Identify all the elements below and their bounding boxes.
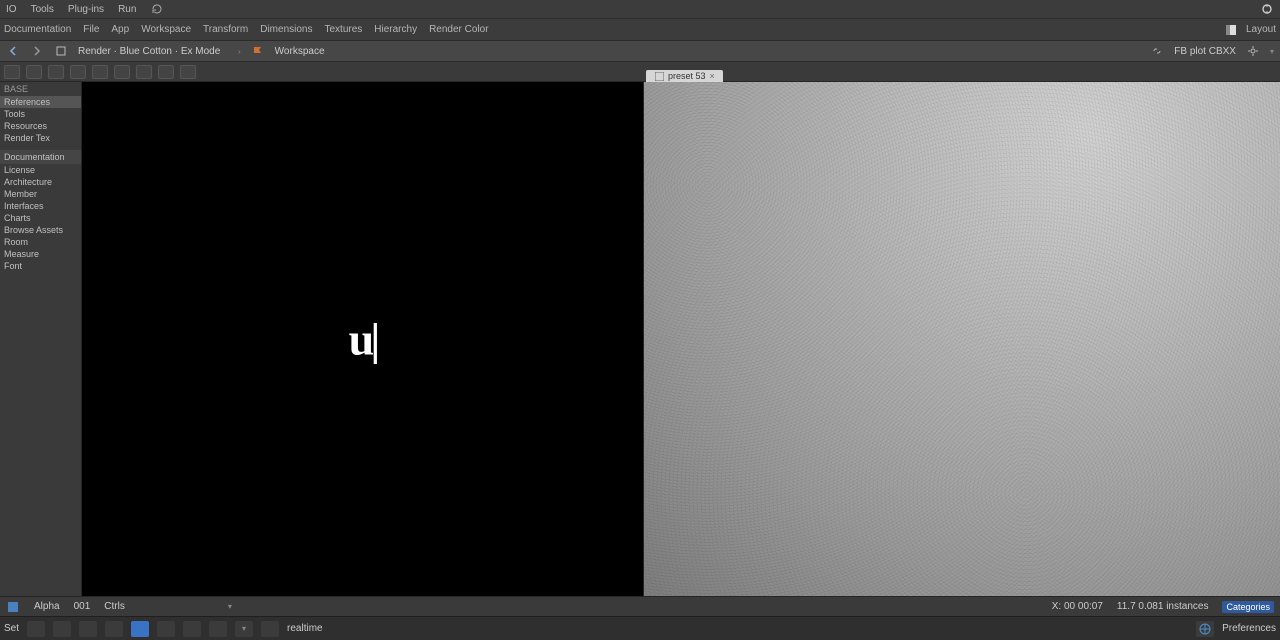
chevron-down-icon[interactable]: ▾ [1270, 47, 1274, 56]
set-label: Set [4, 623, 19, 634]
sidebar-item[interactable]: License [0, 164, 81, 176]
pointer-icon[interactable] [209, 621, 227, 637]
ws-tab[interactable]: Workspace [141, 24, 191, 35]
wrench-icon[interactable] [261, 621, 279, 637]
open-icon[interactable] [26, 65, 42, 79]
menu-item[interactable]: IO [6, 4, 17, 15]
console-icon[interactable] [53, 621, 71, 637]
sidebar: BASE References Tools Resources Render T… [0, 82, 82, 596]
viewport-right[interactable]: preset 53 × [644, 82, 1280, 596]
cursor-icon[interactable]: ▾ [235, 621, 253, 637]
mode-label[interactable]: realtime [287, 623, 323, 634]
toggle-icon[interactable] [195, 600, 209, 614]
layers-icon[interactable] [158, 65, 174, 79]
sidebar-item[interactable]: Render Tex [0, 132, 81, 144]
ws-tab[interactable]: Transform [203, 24, 248, 35]
export-icon[interactable] [180, 65, 196, 79]
status-instances: 11.7 0.081 instances [1117, 601, 1209, 612]
main-area: BASE References Tools Resources Render T… [0, 82, 1280, 596]
note-icon[interactable] [105, 621, 123, 637]
sidebar-item[interactable]: Browse Assets [0, 224, 81, 236]
sync-icon[interactable] [1260, 2, 1274, 16]
icon-toolbar [0, 62, 1280, 82]
ws-tab[interactable]: Render Color [429, 24, 488, 35]
ws-tab[interactable]: Documentation [4, 24, 71, 35]
path-input[interactable] [78, 46, 228, 57]
dropdown-icon[interactable]: ▾ [223, 600, 237, 614]
copy-icon[interactable] [48, 65, 64, 79]
top-menu-bar: IO Tools Plug-ins Run [0, 0, 1280, 18]
link-label[interactable]: FB plot CBXX [1174, 46, 1236, 57]
texture-preview [644, 82, 1280, 596]
menu-item[interactable]: Plug-ins [68, 4, 104, 15]
chevron-right-icon: › [238, 47, 241, 56]
prefs-link[interactable]: Preferences [1222, 623, 1276, 634]
save-icon[interactable] [4, 65, 20, 79]
sidebar-item[interactable]: Font [0, 260, 81, 272]
panel-icon [1224, 23, 1238, 37]
sidebar-item[interactable]: Measure [0, 248, 81, 260]
status-coords: X: 00 00:07 [1052, 601, 1103, 612]
ws-tab[interactable]: App [111, 24, 129, 35]
grid-icon[interactable] [136, 65, 152, 79]
cut-icon[interactable] [70, 65, 86, 79]
ws-tab[interactable]: Hierarchy [374, 24, 417, 35]
sidebar-item[interactable]: Room [0, 236, 81, 248]
menu-item[interactable]: Run [118, 4, 136, 15]
status-categories-chip[interactable]: Categories [1222, 601, 1274, 613]
menu-item[interactable]: Tools [31, 4, 54, 15]
link-icon[interactable] [1150, 44, 1164, 58]
toggle-icon[interactable] [167, 600, 181, 614]
keyboard-icon[interactable] [79, 621, 97, 637]
sync-icon[interactable] [114, 65, 130, 79]
sidebar-item[interactable]: Resources [0, 120, 81, 132]
status-frame[interactable]: 001 [74, 601, 91, 612]
sidebar-header: BASE [0, 82, 81, 96]
chart-icon[interactable] [183, 621, 201, 637]
status-icon[interactable] [6, 600, 20, 614]
gear-icon[interactable] [1246, 44, 1260, 58]
bottom-task-bar: Set ▾ realtime Preferences [0, 616, 1280, 640]
refresh-icon[interactable] [150, 2, 164, 16]
path-bar: › Workspace FB plot CBXX ▾ [0, 40, 1280, 62]
forward-icon[interactable] [30, 44, 44, 58]
globe-icon[interactable] [1196, 621, 1214, 637]
sidebar-item[interactable]: References [0, 96, 81, 108]
workspace-tabs-bar: Documentation File App Workspace Transfo… [0, 18, 1280, 40]
layout-switch[interactable]: Layout [1224, 23, 1276, 37]
paste-icon[interactable] [92, 65, 108, 79]
sidebar-group-header: Documentation [0, 150, 81, 164]
close-icon[interactable]: × [710, 71, 715, 81]
sidebar-item[interactable]: Interfaces [0, 200, 81, 212]
pause-icon[interactable] [157, 621, 175, 637]
ws-tab[interactable]: Textures [324, 24, 362, 35]
ws-tab[interactable]: Dimensions [260, 24, 312, 35]
terminal-icon[interactable] [27, 621, 45, 637]
sidebar-item[interactable]: Architecture [0, 176, 81, 188]
sidebar-item[interactable]: Tools [0, 108, 81, 120]
layout-label: Layout [1246, 24, 1276, 35]
marker-label[interactable]: Workspace [275, 46, 325, 57]
file-icon[interactable] [54, 44, 68, 58]
status-alpha[interactable]: Alpha [34, 601, 60, 612]
tab-label: preset 53 [668, 71, 706, 81]
status-bar: Alpha 001 Ctrls ▾ X: 00 00:07 11.7 0.081… [0, 596, 1280, 616]
flag-icon [251, 44, 265, 58]
slider-icon[interactable] [139, 600, 153, 614]
image-icon [654, 71, 664, 81]
logo-watermark: u| [349, 313, 377, 366]
viewport-tab[interactable]: preset 53 × [646, 70, 723, 82]
monitor-icon[interactable] [131, 621, 149, 637]
back-icon[interactable] [6, 44, 20, 58]
sidebar-item[interactable]: Member [0, 188, 81, 200]
sidebar-item[interactable]: Charts [0, 212, 81, 224]
viewport-left[interactable]: u| [82, 82, 644, 596]
ws-tab[interactable]: File [83, 24, 99, 35]
status-ctrls[interactable]: Ctrls [104, 601, 125, 612]
